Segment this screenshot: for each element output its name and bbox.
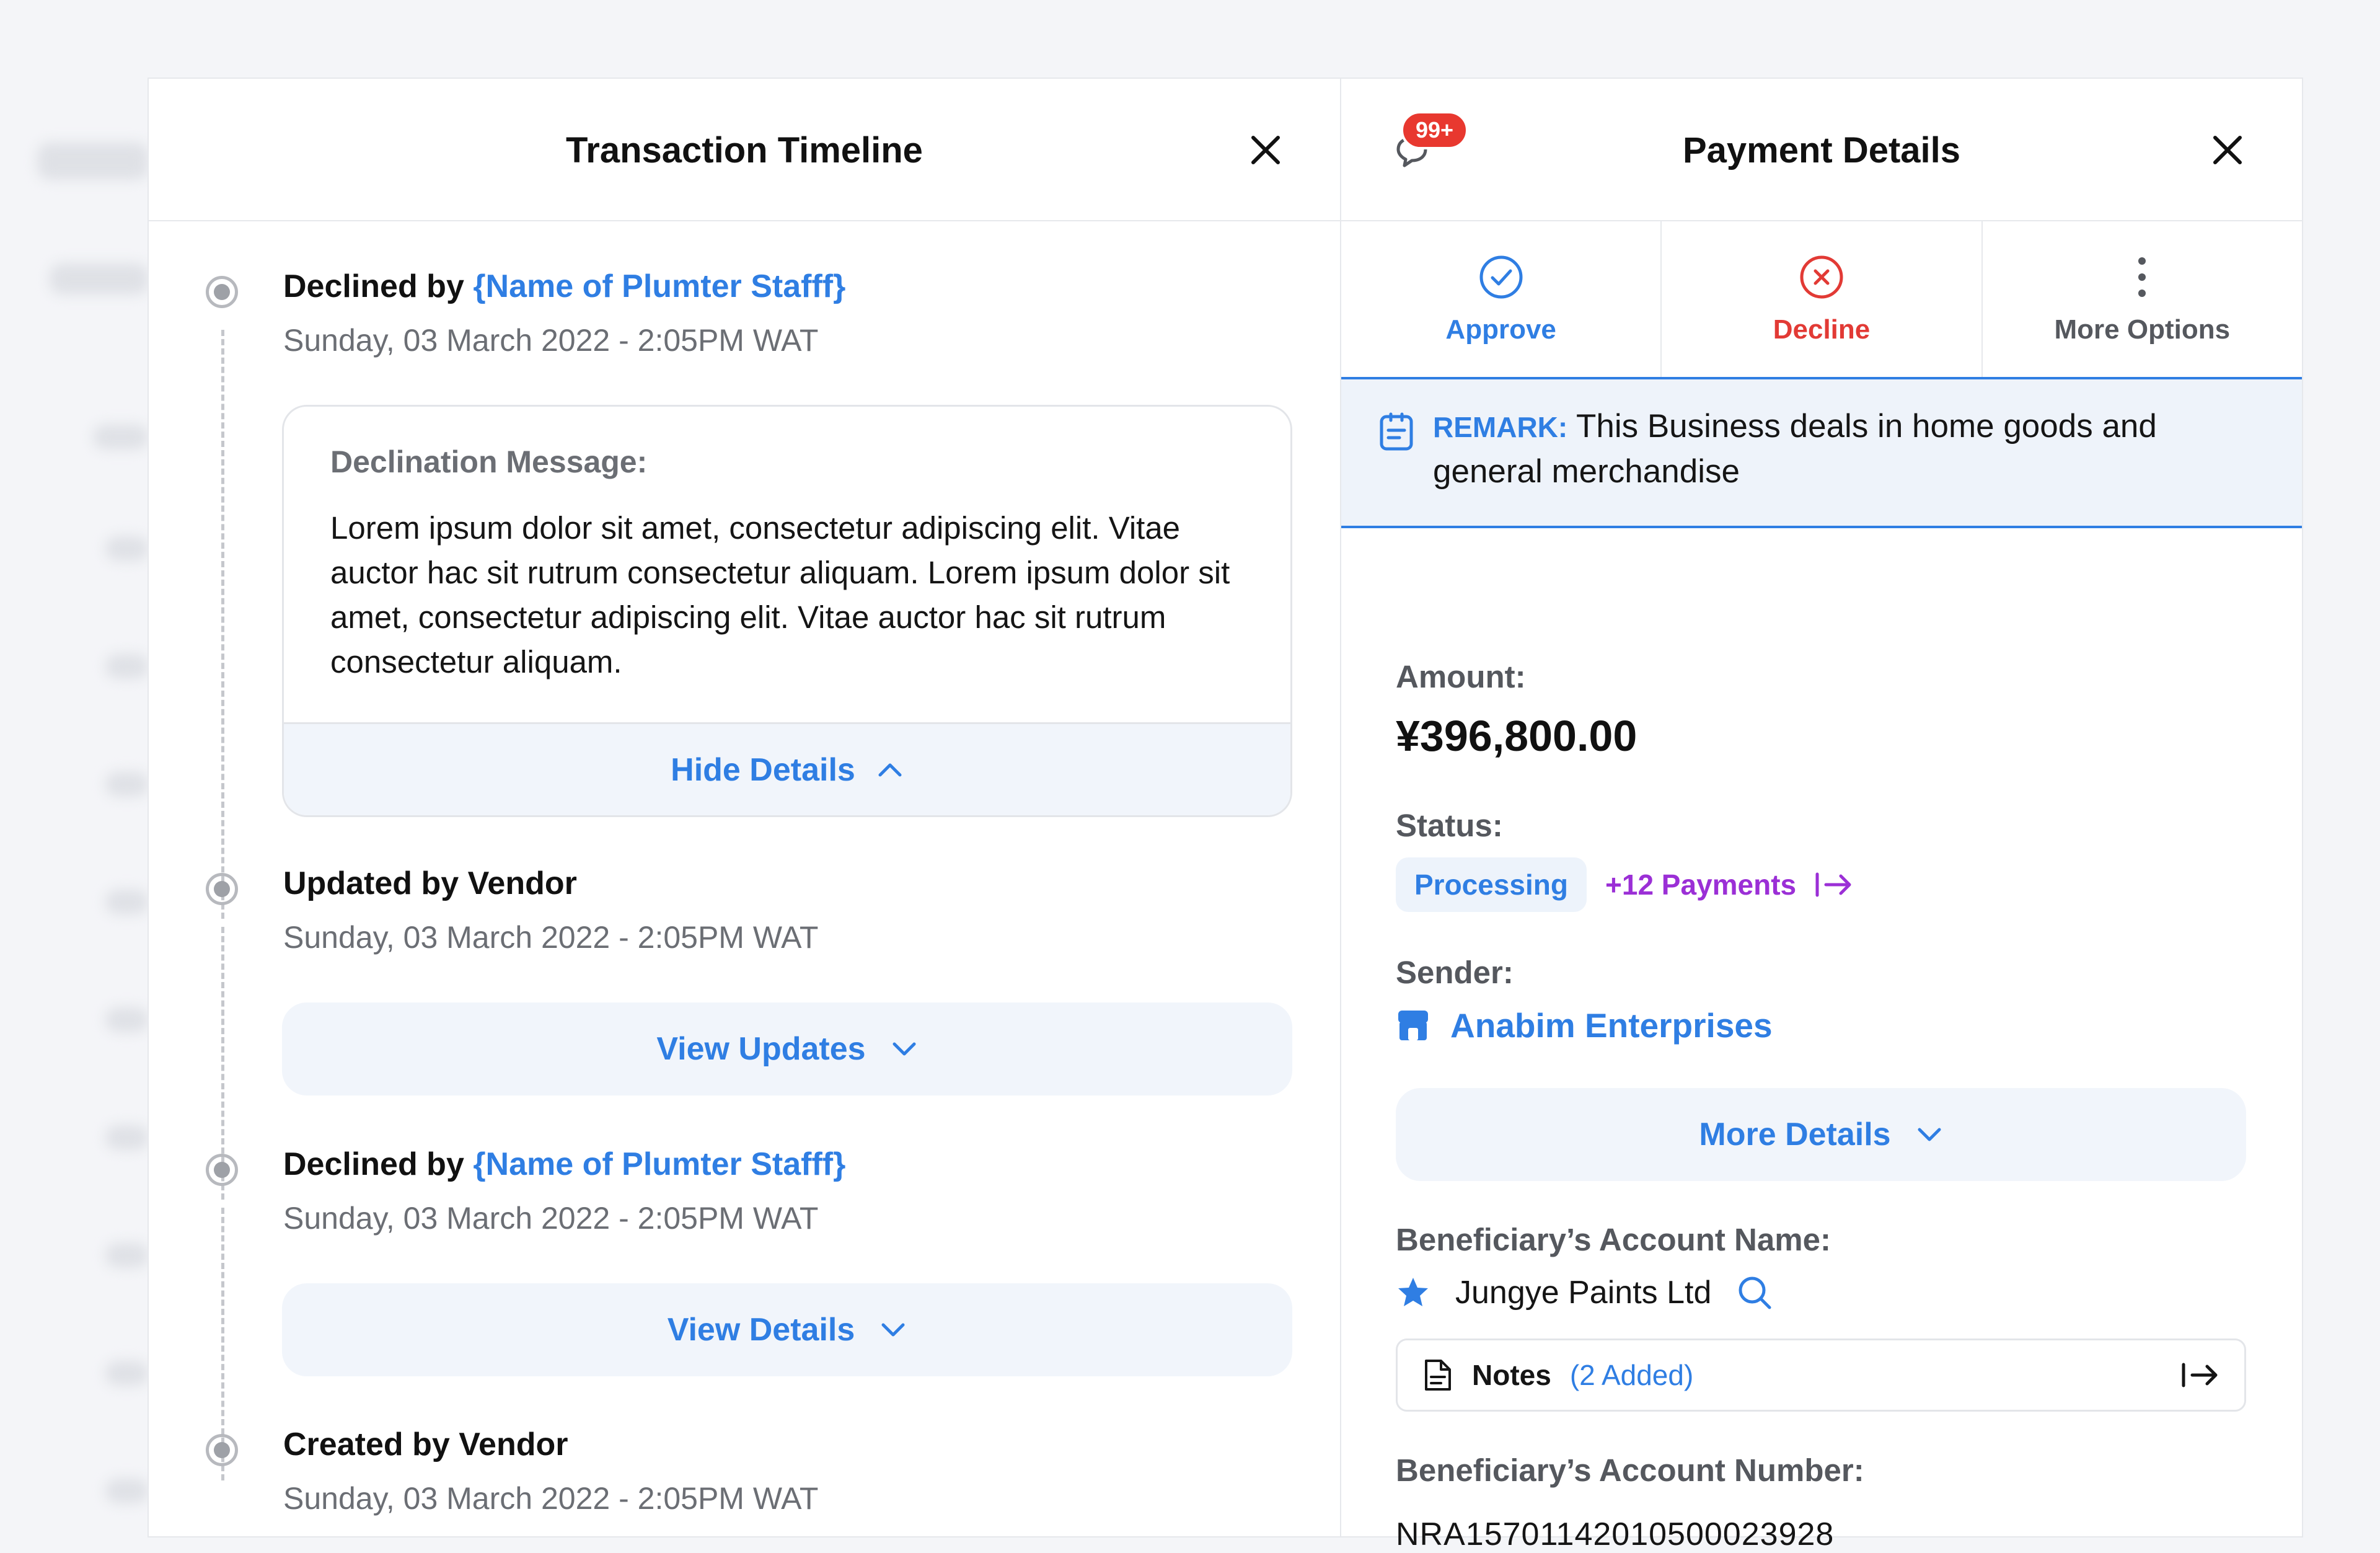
timeline-connector: [221, 330, 224, 919]
event-title-prefix: Declined by: [283, 268, 474, 304]
search-icon[interactable]: [1736, 1274, 1773, 1311]
remark-text: REMARK: This Business deals in home good…: [1433, 404, 2263, 494]
chevron-down-icon: [892, 1042, 916, 1056]
notes-row[interactable]: Notes (2 Added): [1396, 1338, 2246, 1412]
blurred-item: [105, 890, 149, 914]
beneficiary-number: NRA15701142010500023928: [1396, 1516, 1835, 1552]
blurred-item: [105, 1007, 149, 1032]
timeline-dot: [206, 873, 238, 905]
notification-badge: 99+: [1401, 111, 1469, 149]
timeline-event-title: Created by Vendor: [283, 1427, 568, 1462]
arrow-right-to-icon: [1815, 872, 1851, 897]
timeline-event-date: Sunday, 03 March 2022 - 2:05PM WAT: [283, 1201, 819, 1236]
notes-count: (2 Added): [1569, 1359, 1694, 1391]
document-icon: [1425, 1360, 1451, 1391]
timeline-title: Transaction Timeline: [566, 130, 923, 170]
timeline-event-title: Declined by {Name of Plumter Stafff}: [283, 1146, 845, 1183]
blurred-item: [93, 425, 149, 449]
status-label: Status:: [1396, 808, 1503, 843]
more-vertical-icon: [2138, 257, 2146, 297]
payments-link-label: +12 Payments: [1605, 869, 1797, 901]
view-details-label: View Details: [667, 1312, 855, 1348]
remark-banner: REMARK: This Business deals in home good…: [1341, 379, 2302, 528]
timeline-event-date: Sunday, 03 March 2022 - 2:05PM WAT: [283, 1481, 819, 1516]
sender-label: Sender:: [1396, 955, 1514, 990]
blurred-item: [105, 1125, 149, 1150]
more-options-button[interactable]: More Options: [1983, 221, 2302, 377]
timeline-dot: [206, 276, 238, 308]
payment-details-panel: Payment Details 99+ Approve Decline More…: [1340, 77, 2303, 1552]
status-badge: Processing: [1396, 857, 1587, 912]
event-title-prefix: Declined by: [283, 1146, 474, 1182]
sender-name[interactable]: Anabim Enterprises: [1450, 1006, 1773, 1045]
decline-button[interactable]: Decline: [1662, 221, 1983, 377]
close-icon: [2213, 136, 2242, 164]
hide-details-button[interactable]: Hide Details: [284, 722, 1290, 815]
amount-value: ¥396,800.00: [1396, 712, 1637, 760]
hide-details-label: Hide Details: [671, 751, 855, 788]
x-circle-icon: [1800, 255, 1843, 298]
declination-message: Lorem ipsum dolor sit amet, consectetur …: [330, 510, 1230, 679]
timeline-event-title: Declined by {Name of Plumter Stafff}: [283, 268, 845, 305]
timeline-dot: [206, 1154, 238, 1186]
blurred-item: [105, 1479, 149, 1503]
close-icon: [1251, 136, 1280, 164]
blurred-item: [105, 536, 149, 561]
store-icon: [1398, 1011, 1428, 1040]
view-updates-label: View Updates: [656, 1031, 866, 1067]
staff-name-link[interactable]: {Name of Plumter Stafff}: [473, 268, 845, 304]
details-title: Payment Details: [1682, 130, 1961, 170]
action-bar: Approve Decline More Options: [1341, 221, 2302, 379]
view-details-button[interactable]: View Details: [282, 1283, 1292, 1376]
blurred-item: [105, 1361, 149, 1386]
approve-button[interactable]: Approve: [1341, 221, 1662, 377]
view-updates-button[interactable]: View Updates: [282, 1002, 1292, 1095]
star-icon: [1398, 1278, 1428, 1306]
timeline-event-date: Sunday, 03 March 2022 - 2:05PM WAT: [283, 323, 819, 358]
timeline-dot: [206, 1434, 238, 1466]
blurred-item: [105, 772, 149, 797]
timeline-event-title: Updated by Vendor: [283, 865, 577, 901]
sender-row: Anabim Enterprises: [1396, 1006, 1773, 1045]
arrow-right-to-icon: [2182, 1363, 2218, 1387]
declination-label: Declination Message:: [330, 445, 648, 479]
blurred-item: [105, 654, 149, 679]
more-details-label: More Details: [1699, 1117, 1891, 1153]
check-circle-icon: [1479, 255, 1523, 298]
remark-key: REMARK:: [1433, 411, 1568, 443]
blurred-item: [37, 143, 149, 180]
clipboard-icon: [1380, 412, 1413, 451]
decline-label: Decline: [1773, 314, 1871, 345]
declination-message-box: Declination Message: Lorem ipsum dolor s…: [282, 405, 1292, 817]
beneficiary-name-row: Jungye Paints Ltd: [1396, 1274, 1773, 1311]
background-sidebar: [0, 77, 149, 1538]
transaction-timeline-panel: Transaction Timeline Declined by {Name o…: [148, 77, 1341, 1538]
details-header: Payment Details 99+: [1341, 79, 2302, 221]
timeline-header: Transaction Timeline: [149, 79, 1340, 221]
notes-label: Notes: [1472, 1359, 1551, 1391]
more-options-label: More Options: [2054, 314, 2231, 345]
chevron-down-icon: [1918, 1128, 1941, 1141]
timeline-event-date: Sunday, 03 March 2022 - 2:05PM WAT: [283, 920, 819, 955]
amount-label: Amount:: [1396, 659, 1526, 694]
blurred-item: [50, 263, 149, 294]
payments-link[interactable]: +12 Payments: [1605, 868, 1853, 901]
beneficiary-name: Jungye Paints Ltd: [1455, 1275, 1712, 1311]
beneficiary-name-label: Beneficiary’s Account Name:: [1396, 1222, 1831, 1257]
approve-label: Approve: [1445, 314, 1556, 345]
timeline-close-button[interactable]: [1241, 125, 1290, 175]
staff-name-link[interactable]: {Name of Plumter Stafff}: [473, 1146, 845, 1182]
more-details-button[interactable]: More Details: [1396, 1088, 2246, 1181]
details-close-button[interactable]: [2203, 125, 2252, 175]
chevron-down-icon: [881, 1323, 905, 1337]
beneficiary-number-label: Beneficiary’s Account Number:: [1396, 1453, 1864, 1488]
status-row: Processing +12 Payments: [1396, 857, 1853, 912]
blurred-item: [105, 1243, 149, 1268]
chevron-up-icon: [878, 763, 902, 776]
